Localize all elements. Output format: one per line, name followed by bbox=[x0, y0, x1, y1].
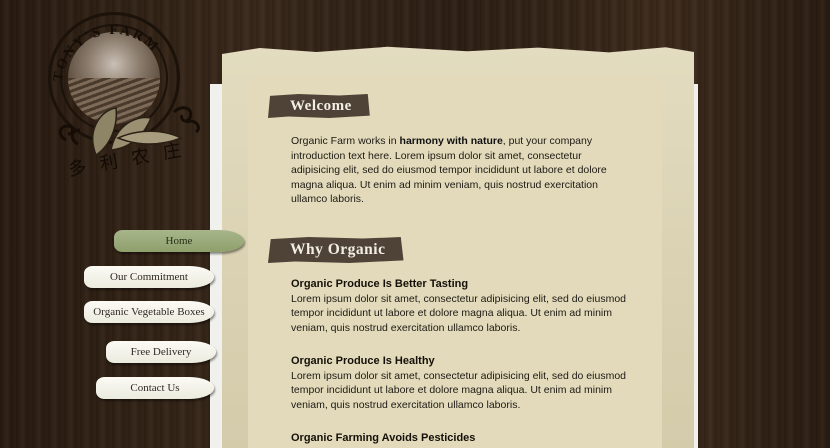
nav-item-home[interactable]: Home bbox=[114, 230, 244, 252]
section-body: Lorem ipsum dolor sit amet, consectetur … bbox=[291, 369, 626, 411]
section-avoids-pesticides: Organic Farming Avoids Pesticides bbox=[291, 431, 626, 446]
farm-logo[interactable]: TONY'S FARM 多利农庄 bbox=[44, 8, 214, 208]
welcome-heading: Welcome bbox=[268, 94, 370, 118]
nav-item-contact-us[interactable]: Contact Us bbox=[96, 377, 214, 399]
nav-item-free-delivery[interactable]: Free Delivery bbox=[106, 341, 216, 363]
welcome-intro: Organic Farm works in harmony with natur… bbox=[291, 135, 607, 206]
section-better-tasting: Organic Produce Is Better Tasting Lorem … bbox=[291, 277, 626, 335]
why-organic-heading: Why Organic bbox=[268, 237, 404, 263]
section-title: Organic Produce Is Healthy bbox=[291, 355, 435, 367]
nav-item-organic-vegetable-boxes[interactable]: Organic Vegetable Boxes bbox=[84, 301, 214, 323]
section-title: Organic Produce Is Better Tasting bbox=[291, 278, 469, 290]
section-healthy: Organic Produce Is Healthy Lorem ipsum d… bbox=[291, 354, 626, 412]
svg-text:TONY'S FARM: TONY'S FARM bbox=[51, 23, 162, 83]
section-title: Organic Farming Avoids Pesticides bbox=[291, 432, 476, 444]
nav-item-our-commitment[interactable]: Our Commitment bbox=[84, 266, 214, 288]
section-body: Lorem ipsum dolor sit amet, consectetur … bbox=[291, 292, 626, 334]
intro-highlight: harmony with nature bbox=[399, 135, 503, 147]
